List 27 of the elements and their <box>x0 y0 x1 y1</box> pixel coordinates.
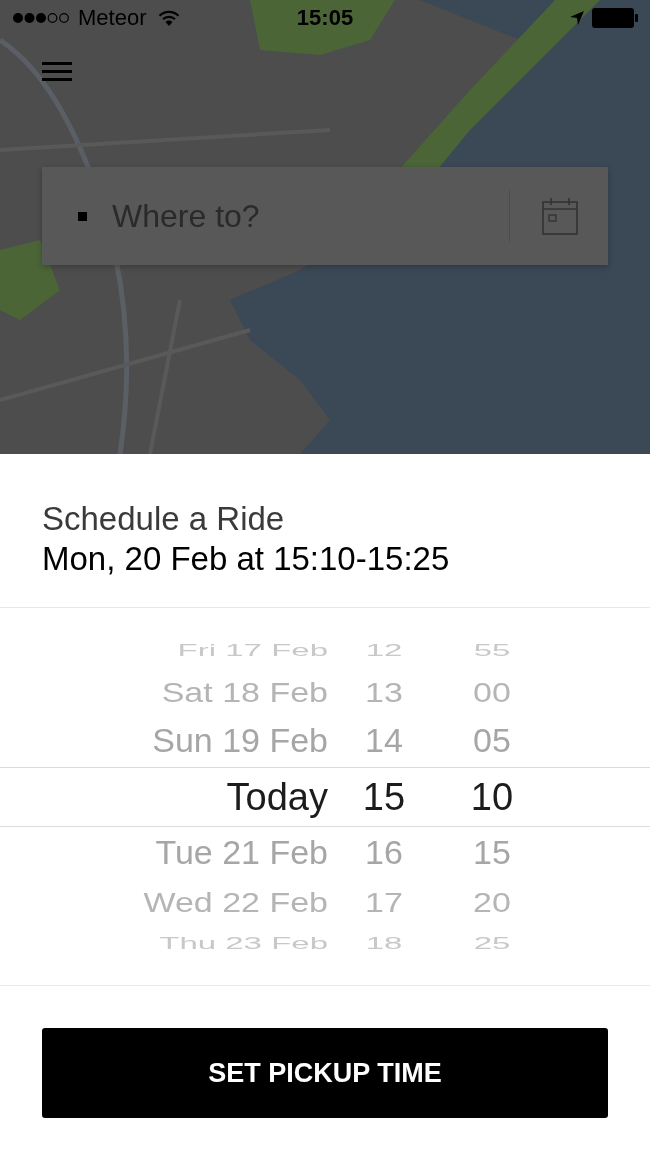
set-pickup-time-button[interactable]: SET PICKUP TIME <box>42 1028 608 1118</box>
location-arrow-icon <box>570 11 584 25</box>
minute-option[interactable]: 15 <box>473 836 511 869</box>
hour-option[interactable]: 13 <box>365 677 403 706</box>
hour-option[interactable]: 15 <box>362 777 406 816</box>
menu-icon[interactable] <box>42 62 72 81</box>
day-option[interactable]: Wed 22 Feb <box>143 887 328 916</box>
hour-option[interactable]: 14 <box>365 724 403 757</box>
day-option[interactable]: Today <box>226 777 328 816</box>
schedule-summary: Mon, 20 Feb at 15:10-15:25 <box>42 539 451 579</box>
calendar-icon[interactable] <box>542 197 578 235</box>
minute-option[interactable]: 05 <box>473 724 511 757</box>
signal-dots-icon <box>12 12 70 24</box>
sheet-title: Schedule a Ride <box>42 499 286 539</box>
hour-option[interactable]: 16 <box>365 836 403 869</box>
carrier-name: Meteor <box>78 7 147 29</box>
status-time: 15:05 <box>296 7 354 29</box>
minute-option[interactable]: 00 <box>473 677 511 706</box>
hour-option[interactable]: 17 <box>365 887 403 916</box>
day-option[interactable]: Sat 18 Feb <box>161 677 328 706</box>
square-icon <box>78 211 87 221</box>
day-option[interactable]: Tue 21 Feb <box>155 836 328 869</box>
minute-option[interactable]: 20 <box>473 887 511 916</box>
battery-icon <box>592 8 638 28</box>
day-option[interactable]: Sun 19 Feb <box>152 724 328 757</box>
minute-option[interactable]: 10 <box>470 777 514 816</box>
wifi-icon <box>158 10 181 26</box>
